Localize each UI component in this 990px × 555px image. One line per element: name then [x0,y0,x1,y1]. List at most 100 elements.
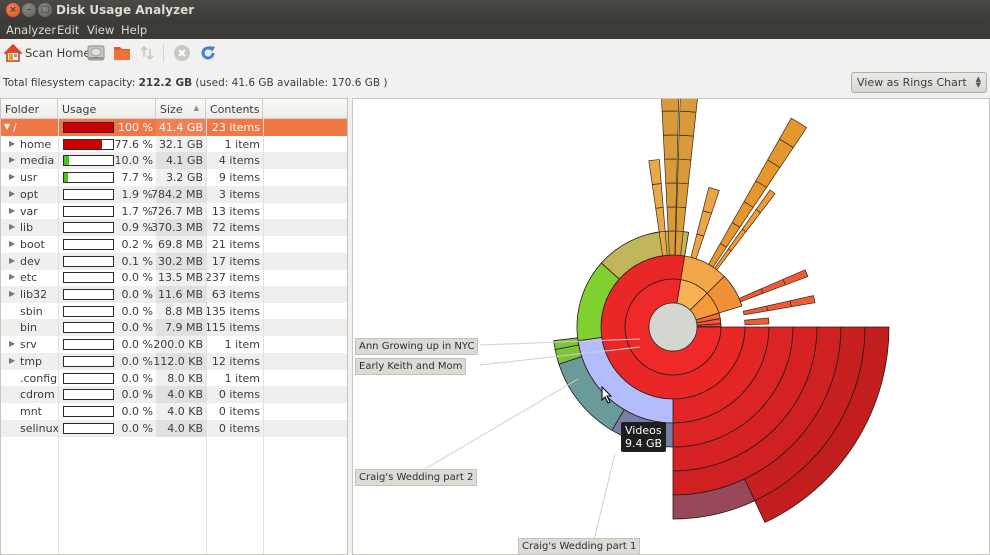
ring-segment[interactable] [665,182,677,208]
ring-segment[interactable] [666,206,677,232]
folder-tree[interactable]: Folder Usage Size ▲ Contents ▼/ 100 % 41.4 … [0,98,348,555]
maximize-window-button[interactable]: □ [38,3,52,17]
ring-segment[interactable] [661,110,679,136]
usage-bar [63,289,114,300]
menu-analyzer[interactable]: Analyzer [6,23,56,37]
column-size-label: Size [160,103,183,116]
scan-remote-button[interactable] [139,43,155,63]
tree-row[interactable]: ▶ dev 0.1 % 30.2 MB 17 items [1,252,347,270]
expand-arrow-icon[interactable]: ▶ [9,189,15,198]
expand-arrow-icon[interactable]: ▶ [9,272,15,281]
close-window-button[interactable]: × [6,3,20,17]
usage-bar-fill [64,139,103,149]
tooltip-size: 9.4 GB [625,437,663,450]
scan-filesystem-button[interactable] [86,43,106,63]
tree-row[interactable]: ▶ etc 0.0 % 13.5 MB 237 items [1,269,347,287]
rings-chart[interactable] [353,99,990,555]
column-contents[interactable]: Contents [206,99,263,119]
chart-label-ann-growing-up[interactable]: Ann Growing up in NYC [355,338,479,355]
column-size[interactable]: Size ▲ [156,99,206,119]
expand-arrow-icon[interactable]: ▶ [9,155,15,164]
ring-segment[interactable] [664,158,678,184]
ring-segment[interactable] [766,300,792,312]
expanded-arrow-icon[interactable]: ▼ [4,122,10,131]
ring-segment[interactable] [702,187,720,214]
chart-label-craigs-wedding-1[interactable]: Craig's Wedding part 1 [518,538,641,554]
tree-row[interactable]: ▶ srv 0.0 % 200.0 KB 1 item [1,336,347,354]
ring-segment[interactable] [678,110,697,137]
rings-chart-view[interactable]: Ann Growing up in NYC Early Keith and Mo… [352,98,990,555]
usage-percent: 0.0 % [121,371,153,385]
tree-row[interactable]: .config 0.0 % 8.0 KB 1 item [1,369,347,387]
column-usage[interactable]: Usage [58,99,156,119]
folder-name: sbin [20,304,43,318]
ring-segment[interactable] [742,305,769,316]
ring-segment[interactable] [690,233,705,260]
tree-row[interactable]: ▶ home 77.6 % 32.1 GB 1 item [1,135,347,153]
expand-arrow-icon[interactable]: ▶ [9,222,15,231]
expand-arrow-icon[interactable]: ▶ [9,339,15,348]
scan-folder-button[interactable] [112,43,132,63]
scan-home-button[interactable]: Scan Home [4,43,91,63]
ring-segment[interactable] [662,134,679,160]
column-folder[interactable]: Folder [1,99,58,119]
ring-segment[interactable] [677,158,692,185]
root-center-circle[interactable] [648,302,698,352]
expand-arrow-icon[interactable]: ▶ [9,256,15,265]
expand-arrow-icon[interactable]: ▶ [9,289,15,298]
ring-segment[interactable] [782,269,809,286]
ring-segment[interactable] [789,295,816,308]
ring-segment[interactable] [679,99,699,113]
refresh-icon [201,46,215,60]
ring-segment[interactable] [667,230,676,256]
tree-row[interactable]: ▶ usr 7.7 % 3.2 GB 9 items [1,169,347,187]
stop-button[interactable] [173,43,191,63]
chart-label-craigs-wedding-2[interactable]: Craig's Wedding part 2 [355,469,478,486]
minimize-window-button[interactable]: – [22,3,36,17]
tree-row[interactable]: ▶ tmp 0.0 % 112.0 KB 12 items [1,352,347,370]
refresh-button[interactable] [199,43,217,63]
view-mode-select[interactable]: View as Rings Chart ▲ ▼ [851,72,987,93]
expand-arrow-icon[interactable]: ▶ [9,356,15,365]
folder-contents: 0 items [218,421,260,435]
usage-bar-fill [64,189,65,199]
ring-segment[interactable] [744,317,770,326]
stop-icon [174,45,190,61]
ring-segment[interactable] [655,207,666,233]
ring-segment[interactable] [648,159,662,185]
tree-row[interactable]: ▶ lib 0.9 % 370.3 MB 72 items [1,219,347,237]
tree-row[interactable]: ▼/ 100 % 41.4 GB 23 items [1,119,347,136]
usage-percent: 0.0 % [121,388,153,402]
ring-segment[interactable] [760,278,786,294]
expand-arrow-icon[interactable]: ▶ [9,139,15,148]
tree-row[interactable]: selinux 0.0 % 4.0 KB 0 items [1,419,347,437]
expand-arrow-icon[interactable]: ▶ [9,239,15,248]
ring-segment[interactable] [676,182,689,209]
tree-row[interactable]: ▶ var 1.7 % 726.7 MB 13 items [1,202,347,220]
tree-row[interactable]: ▶ media 10.0 % 4.1 GB 4 items [1,152,347,170]
ring-segment[interactable] [677,134,694,161]
tree-row[interactable]: ▶ opt 1.9 % 784.2 MB 3 items [1,185,347,203]
label-leader-line [592,453,616,545]
ring-segment[interactable] [661,99,680,112]
menu-edit[interactable]: Edit [57,23,79,37]
tree-row[interactable]: ▶ lib32 0.0 % 11.6 MB 63 items [1,286,347,303]
expand-arrow-icon[interactable]: ▶ [9,206,15,215]
usage-bar [63,238,114,250]
menu-view[interactable]: View [87,23,114,37]
ring-segment[interactable] [651,183,664,209]
tree-row[interactable]: sbin 0.0 % 8.8 MB 135 items [1,302,347,320]
usage-bar-fill [64,206,65,216]
ring-segment[interactable] [738,288,764,303]
tree-row[interactable]: bin 0.0 % 7.9 MB 115 items [1,319,347,337]
menu-help[interactable]: Help [121,23,147,37]
chart-label-early-keith[interactable]: Early Keith and Mom [355,358,467,375]
ring-segment[interactable] [696,210,712,237]
tree-row[interactable]: mnt 0.0 % 4.0 KB 0 items [1,402,347,420]
ring-segment[interactable] [675,206,687,232]
expand-arrow-icon[interactable]: ▶ [9,172,15,181]
column-divider [263,119,264,554]
tree-row[interactable]: ▶ boot 0.2 % 69.8 MB 21 items [1,235,347,253]
folder-contents: 9 items [218,171,260,185]
tree-row[interactable]: cdrom 0.0 % 4.0 KB 0 items [1,386,347,404]
